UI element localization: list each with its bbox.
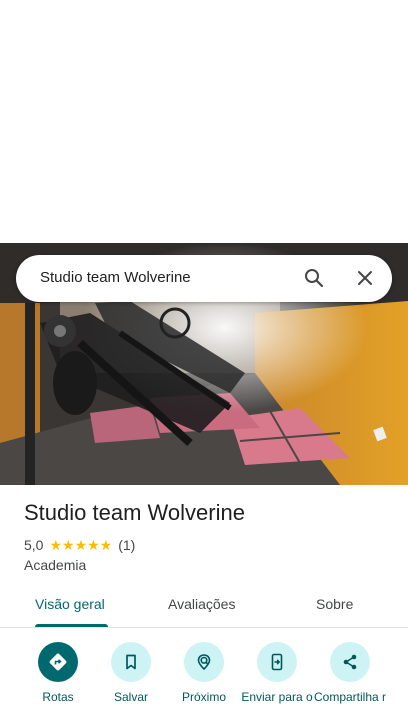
save-label: Salvar	[113, 690, 148, 704]
search-icon[interactable]	[302, 266, 326, 290]
send-to-phone-label: Enviar para o	[241, 690, 313, 704]
nearby-icon	[184, 642, 224, 682]
directions-label: Rotas	[42, 690, 74, 704]
nearby-label: Próximo	[181, 690, 226, 704]
share-icon	[330, 642, 370, 682]
search-input[interactable]: Studio team Wolverine	[40, 269, 191, 286]
star-rating-icon: ★★★★★	[49, 536, 113, 553]
tab-overview[interactable]: Visão geral	[35, 596, 105, 612]
directions-icon	[38, 642, 78, 682]
action-bar: Rotas Salvar Próximo Enviar para o Compa…	[0, 640, 408, 726]
rating-value: 5,0	[24, 537, 44, 553]
bookmark-icon	[111, 642, 151, 682]
send-to-phone-button[interactable]: Enviar para o	[240, 642, 314, 726]
send-to-phone-icon	[257, 642, 297, 682]
tab-about[interactable]: Sobre	[316, 596, 353, 612]
directions-button[interactable]: Rotas	[21, 642, 95, 726]
save-button[interactable]: Salvar	[94, 642, 168, 726]
close-icon[interactable]	[353, 266, 377, 290]
place-category: Academia	[24, 557, 87, 573]
active-tab-indicator	[35, 624, 108, 627]
search-bar[interactable]: Studio team Wolverine	[16, 255, 392, 302]
share-button[interactable]: Compartilha r	[313, 642, 387, 726]
map-blank-area	[0, 0, 408, 243]
review-count: (1)	[118, 537, 136, 553]
nearby-button[interactable]: Próximo	[167, 642, 241, 726]
share-label: Compartilha r	[313, 690, 387, 704]
rating-row[interactable]: 5,0 ★★★★★ (1)	[24, 536, 135, 554]
place-title: Studio team Wolverine	[24, 500, 245, 525]
tab-bar: Visão geral Avaliações Sobre	[0, 583, 408, 628]
tab-reviews[interactable]: Avaliações	[168, 596, 235, 612]
